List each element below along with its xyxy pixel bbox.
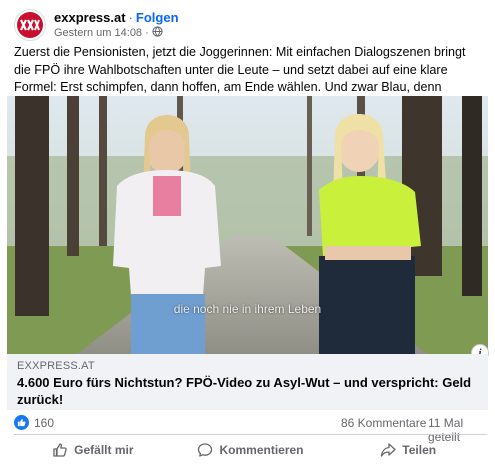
comment-button-label: Kommentieren — [219, 443, 304, 457]
follow-button[interactable]: Folgen — [136, 10, 179, 25]
comment-icon — [198, 443, 213, 457]
video-thumbnail[interactable]: die noch nie in ihrem Leben — [7, 96, 488, 354]
like-button-label: Gefällt mir — [74, 443, 134, 457]
thumbs-up-icon — [53, 443, 67, 457]
exxpress-logo-icon — [17, 12, 43, 38]
like-button[interactable]: Gefällt mir — [14, 437, 172, 463]
like-count[interactable]: 160 — [34, 416, 54, 430]
page-avatar[interactable] — [14, 9, 46, 41]
post-header: exxpress.at · Folgen Gestern um 14:08 · — [14, 8, 179, 42]
link-preview[interactable]: EXXPRESS.AT 4.600 Euro fürs Nichtstun? F… — [7, 354, 488, 410]
divider — [14, 434, 487, 435]
post-timestamp[interactable]: Gestern um 14:08 — [54, 26, 142, 40]
comment-count[interactable]: 86 Kommentare — [341, 416, 426, 430]
action-bar: Gefällt mir Kommentieren Teilen — [14, 437, 487, 463]
like-reaction-icon[interactable] — [14, 415, 29, 430]
header-separator: · — [128, 9, 133, 25]
meta-separator: · — [145, 27, 149, 39]
share-icon — [381, 443, 396, 457]
share-button[interactable]: Teilen — [329, 437, 487, 463]
facebook-post: exxpress.at · Folgen Gestern um 14:08 · Zue… — [0, 0, 495, 466]
page-name-link[interactable]: exxpress.at — [54, 10, 126, 25]
reactions-bar: 160 86 Kommentare 11 Mal geteilt — [14, 414, 487, 444]
link-title[interactable]: 4.600 Euro fürs Nichtstun? FPÖ-Video zu … — [17, 374, 477, 408]
globe-icon[interactable] — [152, 25, 163, 41]
post-meta: Gestern um 14:08 · — [54, 25, 179, 41]
post-header-title: exxpress.at · Folgen — [54, 10, 179, 26]
video-subtitle: die noch nie in ihrem Leben — [173, 302, 322, 316]
post-header-text: exxpress.at · Folgen Gestern um 14:08 · — [54, 10, 179, 41]
share-button-label: Teilen — [402, 443, 437, 457]
link-domain: EXXPRESS.AT — [17, 360, 95, 372]
comment-button[interactable]: Kommentieren — [172, 437, 330, 463]
